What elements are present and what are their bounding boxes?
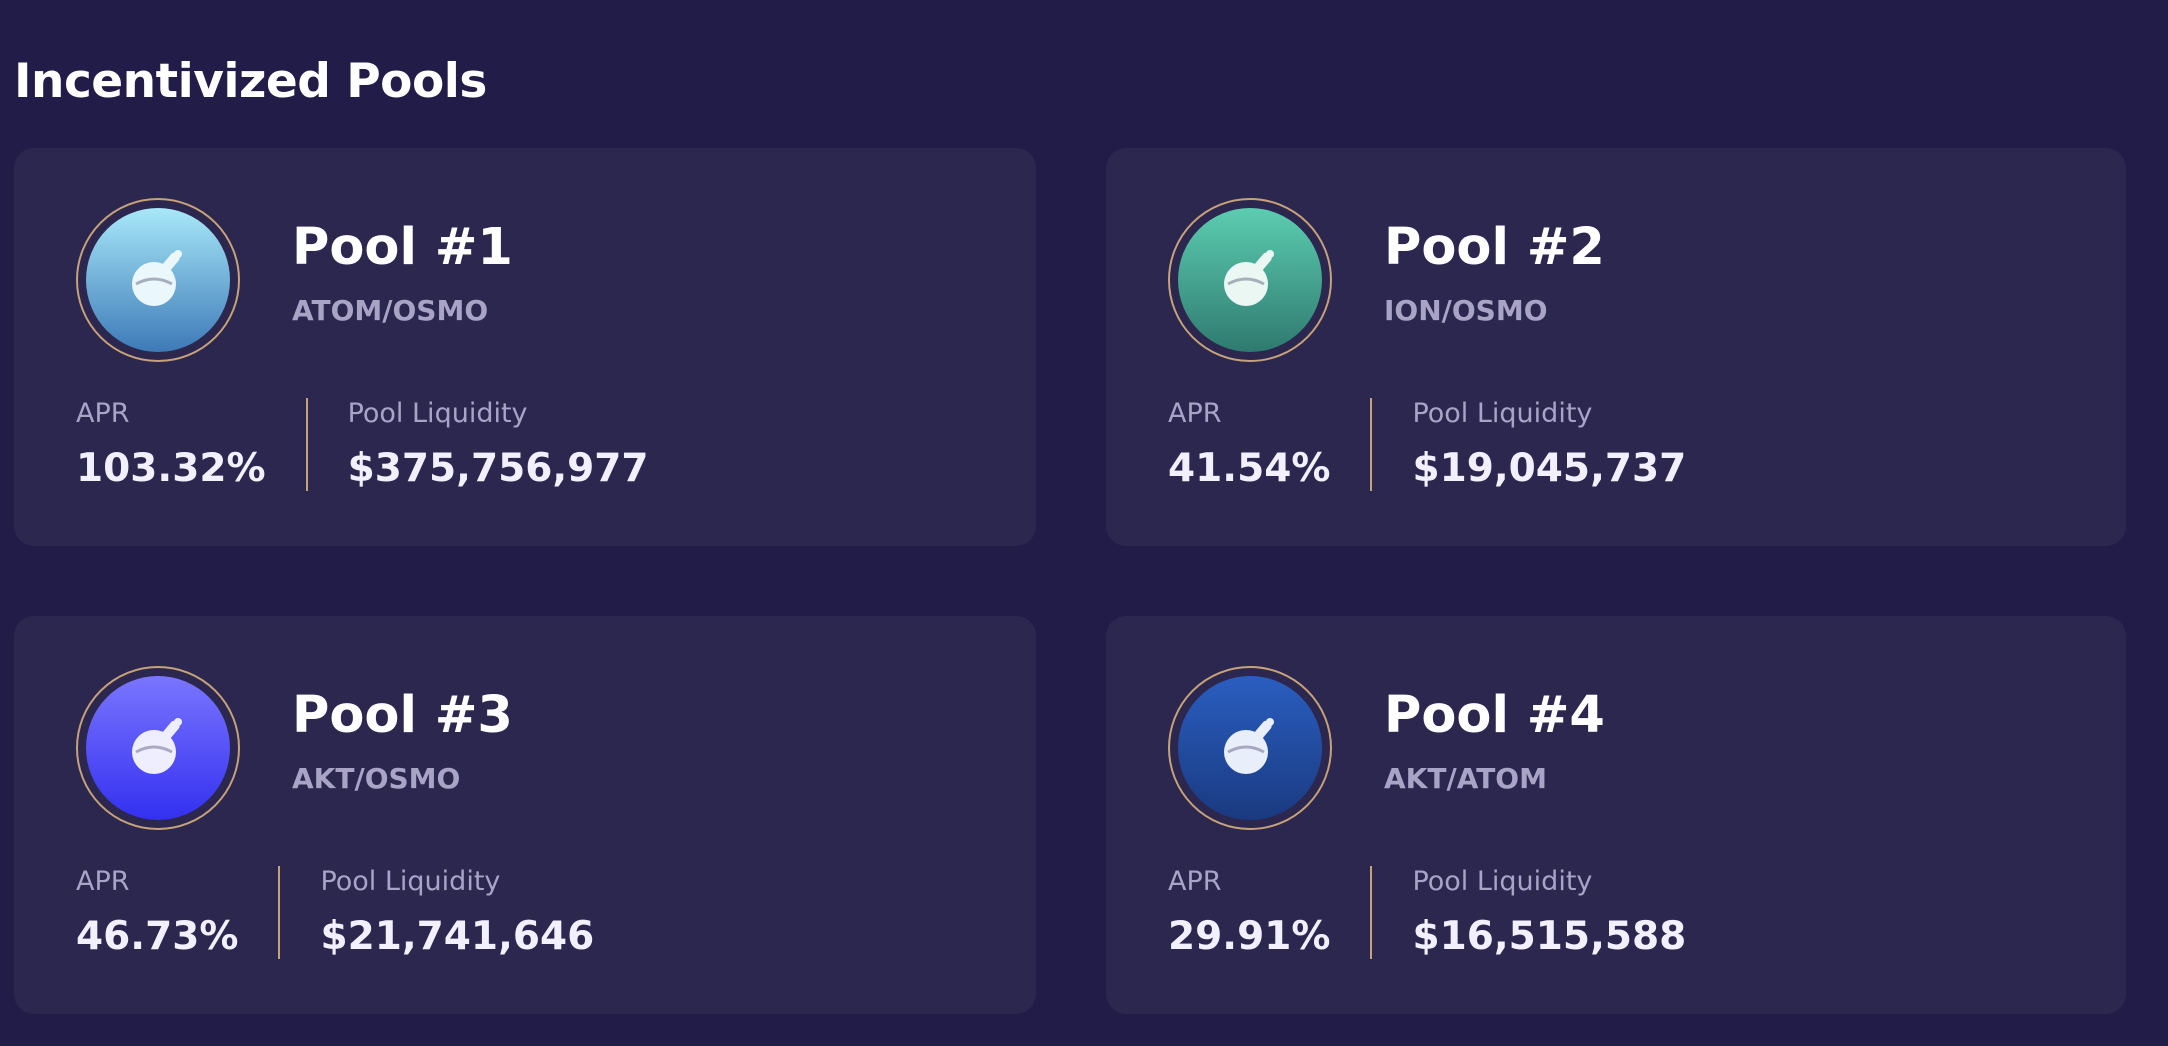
apr-label: APR (76, 398, 130, 429)
pool-icon-ring (76, 198, 240, 362)
apr-value: 46.73% (76, 914, 239, 960)
pool-card[interactable]: Pool #3 AKT/OSMO APR 46.73% Pool Liquidi… (14, 616, 1036, 1014)
apr-value: 29.91% (1168, 914, 1331, 960)
liquidity-stat: Pool Liquidity $21,741,646 (320, 866, 594, 959)
liquidity-stat: Pool Liquidity $19,045,737 (1412, 398, 1686, 491)
apr-value: 41.54% (1168, 446, 1331, 492)
apr-stat: APR 41.54% (1168, 398, 1330, 491)
liquidity-value: $375,756,977 (347, 446, 649, 492)
pool-name: Pool #2 (1384, 218, 1605, 277)
apr-stat: APR 46.73% (76, 866, 238, 959)
pool-pair: ATOM/OSMO (292, 294, 489, 327)
pool-icon-ring (1168, 198, 1332, 362)
apr-stat: APR 29.91% (1168, 866, 1330, 959)
pool-stats: APR 41.54% Pool Liquidity $19,045,737 (1168, 398, 1686, 492)
pool-stats: APR 29.91% Pool Liquidity $16,515,588 (1168, 866, 1686, 960)
page-title: Incentivized Pools (14, 54, 487, 109)
osmosis-flask-icon (1178, 208, 1322, 352)
apr-label: APR (1168, 866, 1222, 897)
stat-divider (1370, 398, 1373, 492)
apr-value: 103.32% (76, 446, 266, 492)
stat-divider (1370, 866, 1373, 960)
apr-label: APR (76, 866, 130, 897)
apr-label: APR (1168, 398, 1222, 429)
pool-name: Pool #1 (292, 218, 513, 277)
liquidity-stat: Pool Liquidity $375,756,977 (348, 398, 649, 491)
liquidity-value: $21,741,646 (320, 914, 595, 960)
pool-grid: Pool #1 ATOM/OSMO APR 103.32% Pool Liqui… (14, 148, 2126, 1014)
pool-icon-ring (1168, 666, 1332, 830)
liquidity-label: Pool Liquidity (347, 398, 528, 429)
apr-stat: APR 103.32% (76, 398, 266, 491)
liquidity-label: Pool Liquidity (320, 866, 501, 897)
pool-card[interactable]: Pool #2 ION/OSMO APR 41.54% Pool Liquidi… (1106, 148, 2126, 546)
stat-divider (278, 866, 281, 960)
liquidity-stat: Pool Liquidity $16,515,588 (1412, 866, 1686, 959)
pool-card[interactable]: Pool #4 AKT/ATOM APR 29.91% Pool Liquidi… (1106, 616, 2126, 1014)
pool-icon-ring (76, 666, 240, 830)
pool-pair: AKT/OSMO (292, 762, 461, 795)
liquidity-value: $19,045,737 (1412, 446, 1687, 492)
pool-pair: AKT/ATOM (1384, 762, 1547, 795)
pool-name: Pool #4 (1384, 686, 1605, 745)
stat-divider (305, 398, 308, 492)
osmosis-flask-icon (86, 208, 230, 352)
pool-stats: APR 46.73% Pool Liquidity $21,741,646 (76, 866, 594, 960)
pool-card[interactable]: Pool #1 ATOM/OSMO APR 103.32% Pool Liqui… (14, 148, 1036, 546)
liquidity-label: Pool Liquidity (1412, 398, 1593, 429)
pool-pair: ION/OSMO (1384, 294, 1548, 327)
osmosis-flask-icon (86, 676, 230, 820)
pool-stats: APR 103.32% Pool Liquidity $375,756,977 (76, 398, 649, 492)
pool-name: Pool #3 (292, 686, 513, 745)
liquidity-label: Pool Liquidity (1412, 866, 1593, 897)
osmosis-flask-icon (1178, 676, 1322, 820)
liquidity-value: $16,515,588 (1412, 914, 1687, 960)
